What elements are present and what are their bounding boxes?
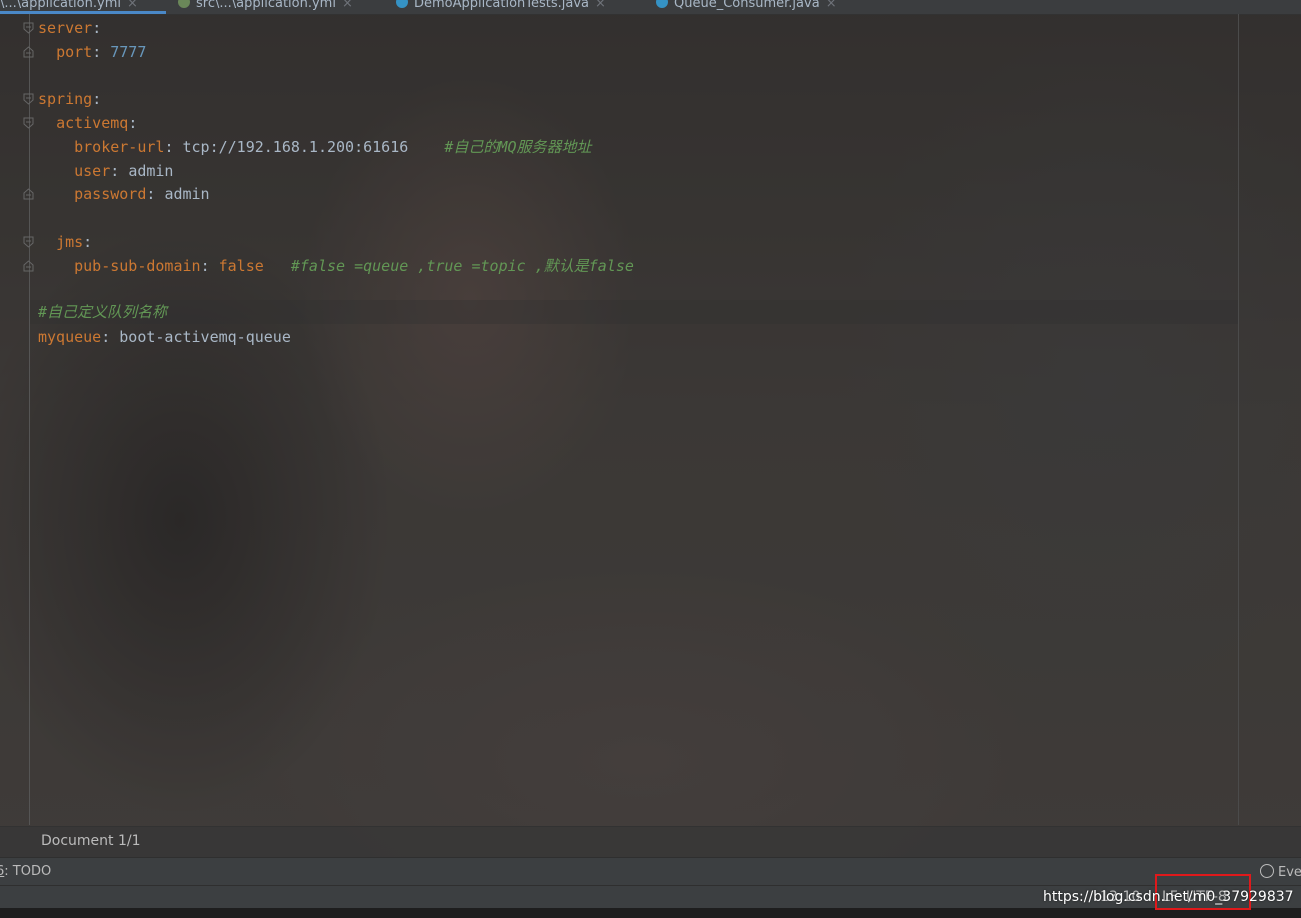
watermark-text: https://blog.csdn.net/m0_37929837 bbox=[1043, 889, 1294, 905]
fold-close-icon[interactable] bbox=[23, 188, 34, 200]
close-icon[interactable]: × bbox=[826, 0, 837, 11]
close-icon[interactable]: × bbox=[595, 0, 606, 11]
todo-label: : TODO bbox=[4, 864, 52, 879]
fold-open-icon[interactable] bbox=[23, 117, 34, 129]
fold-open-icon[interactable] bbox=[23, 93, 34, 105]
code-line-port: port: 7777 bbox=[56, 43, 147, 61]
todo-tool-button[interactable]: 6: TODO bbox=[0, 864, 51, 879]
code-line-spring: spring: bbox=[38, 90, 102, 108]
close-icon[interactable]: × bbox=[342, 0, 353, 11]
event-log-icon bbox=[1260, 864, 1274, 878]
gutter-separator bbox=[29, 14, 30, 825]
tool-window-bar: 6: TODO Eve bbox=[0, 857, 1301, 885]
code-line-comment-queue-name: #自己定义队列名称 bbox=[38, 303, 168, 321]
code-line-myqueue: myqueue: boot-activemq-queue bbox=[38, 328, 291, 346]
code-line-user: user: admin bbox=[74, 162, 174, 180]
code-line-broker-url: broker-url: tcp://192.168.1.200:61616 #自… bbox=[74, 138, 592, 156]
fold-open-icon[interactable] bbox=[23, 22, 34, 34]
code-line-jms: jms: bbox=[56, 233, 93, 251]
fold-close-icon[interactable] bbox=[23, 46, 34, 58]
tab-demo-application-tests[interactable]: DemoApplicationTests.java × bbox=[396, 0, 606, 14]
code-line-activemq: activemq: bbox=[56, 114, 138, 132]
code-line-pub-sub-domain: pub-sub-domain: false #false =queue ,tru… bbox=[74, 257, 634, 275]
event-log-button[interactable]: Eve bbox=[1260, 864, 1301, 880]
right-margin-guide bbox=[1238, 14, 1239, 825]
tab-label: src\...\application.yml bbox=[196, 0, 336, 11]
java-class-icon bbox=[396, 0, 408, 8]
tab-queue-consumer[interactable]: Queue_Consumer.java × bbox=[656, 0, 837, 14]
tab-label: Queue_Consumer.java bbox=[674, 0, 820, 11]
code-line-password: password: admin bbox=[74, 185, 210, 203]
editor-tab-bar: \...\application.yml × src\...\applicatio… bbox=[0, 0, 1301, 15]
close-icon[interactable]: × bbox=[127, 0, 138, 11]
tab-label: \...\application.yml bbox=[0, 0, 121, 11]
java-class-icon bbox=[656, 0, 668, 8]
fold-open-icon[interactable] bbox=[23, 236, 34, 248]
tab-label: DemoApplicationTests.java bbox=[414, 0, 590, 11]
code-line-server: server: bbox=[38, 19, 102, 37]
yaml-file-icon bbox=[178, 0, 190, 8]
tab-src-application-yml[interactable]: src\...\application.yml × bbox=[178, 0, 353, 14]
current-line-highlight bbox=[30, 300, 1238, 324]
breadcrumb-bar: Document 1/1 bbox=[0, 826, 1301, 857]
event-log-label: Eve bbox=[1278, 865, 1301, 880]
document-indicator[interactable]: Document 1/1 bbox=[41, 833, 141, 849]
fold-close-icon[interactable] bbox=[23, 260, 34, 272]
active-tab-indicator bbox=[0, 11, 166, 14]
window-bottom-edge bbox=[0, 908, 1301, 918]
